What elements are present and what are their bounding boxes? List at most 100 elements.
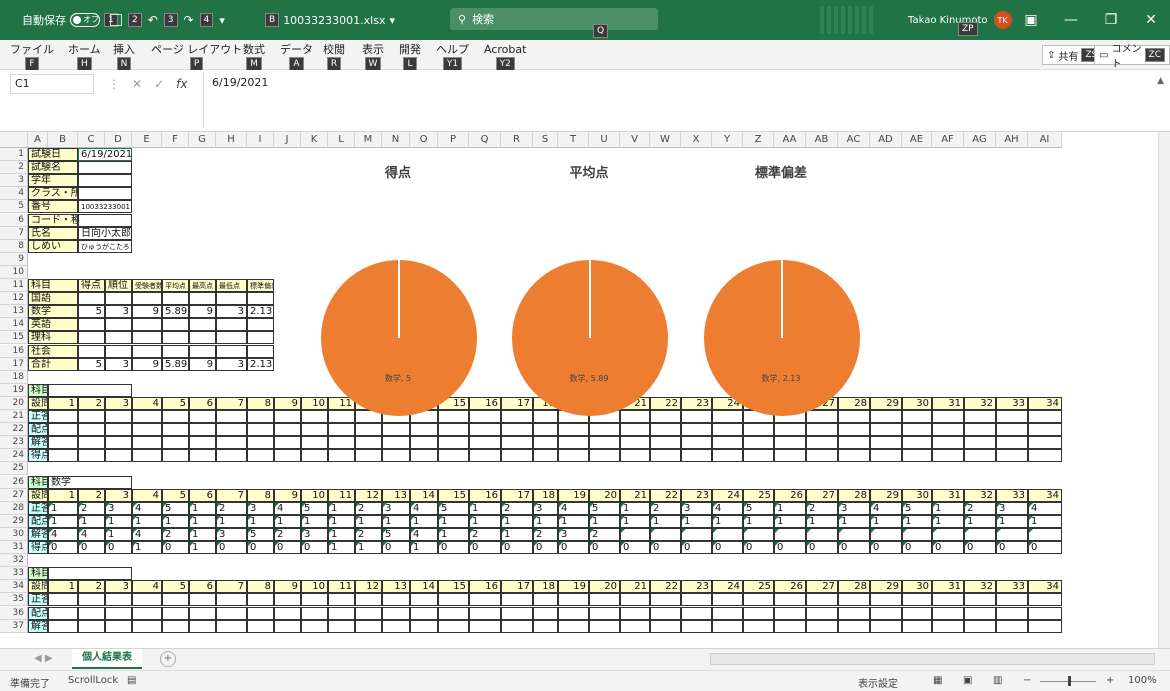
correct-cell[interactable]: [1028, 410, 1062, 424]
score-header[interactable]: 得点: [78, 279, 105, 293]
answer-cell[interactable]: [712, 527, 743, 541]
score-cell[interactable]: 0: [438, 541, 469, 555]
points-cell[interactable]: 1: [650, 514, 681, 528]
subject-label[interactable]: 合計: [28, 357, 78, 371]
score-value[interactable]: [189, 292, 216, 306]
answer-cell[interactable]: [382, 619, 410, 633]
subject-label[interactable]: 国語: [28, 292, 78, 306]
answer-cell[interactable]: [438, 619, 469, 633]
question-number[interactable]: 28: [838, 488, 870, 502]
question-number[interactable]: 28: [838, 580, 870, 594]
correct-cell[interactable]: [162, 410, 189, 424]
tab-insert[interactable]: 挿入 N: [113, 43, 135, 71]
answer-cell[interactable]: 3: [558, 527, 589, 541]
score-cell[interactable]: [162, 449, 189, 463]
points-cell[interactable]: [216, 423, 247, 437]
answer-cell[interactable]: [274, 436, 301, 450]
points-cell[interactable]: 1: [78, 514, 105, 528]
answer-cell[interactable]: [105, 436, 132, 450]
points-cell[interactable]: 1: [328, 514, 355, 528]
info-value[interactable]: 日向小太郎: [78, 226, 132, 240]
question-number[interactable]: 20: [589, 580, 620, 594]
score-value[interactable]: [78, 331, 105, 345]
row-header[interactable]: 6: [0, 213, 28, 227]
score-cell[interactable]: [469, 449, 501, 463]
correct-cell[interactable]: [301, 593, 328, 607]
question-number[interactable]: 18: [533, 580, 558, 594]
correct-cell[interactable]: [558, 593, 589, 607]
block-correct-label[interactable]: 正答: [28, 410, 48, 424]
points-cell[interactable]: [743, 606, 774, 620]
score-value[interactable]: 5.89: [162, 305, 189, 319]
points-cell[interactable]: [162, 606, 189, 620]
score-cell[interactable]: [932, 449, 964, 463]
answer-cell[interactable]: [48, 436, 78, 450]
answer-cell[interactable]: 3: [216, 527, 247, 541]
score-cell[interactable]: 0: [774, 541, 806, 555]
question-number[interactable]: 4: [132, 580, 162, 594]
info-value[interactable]: [78, 187, 132, 201]
answer-cell[interactable]: [533, 619, 558, 633]
row-header[interactable]: 15: [0, 331, 28, 345]
points-cell[interactable]: [1028, 423, 1062, 437]
score-value[interactable]: [162, 318, 189, 332]
page-layout-view-icon[interactable]: ▣: [963, 675, 972, 686]
question-number[interactable]: 1: [48, 488, 78, 502]
answer-cell[interactable]: [1028, 436, 1062, 450]
question-number[interactable]: 26: [774, 580, 806, 594]
info-label[interactable]: 番号: [28, 200, 78, 214]
correct-cell[interactable]: [902, 593, 932, 607]
row-header[interactable]: 13: [0, 305, 28, 319]
points-cell[interactable]: [774, 606, 806, 620]
points-cell[interactable]: [274, 423, 301, 437]
row-header[interactable]: 9: [0, 252, 28, 266]
question-number[interactable]: 5: [162, 396, 189, 410]
question-number[interactable]: 1: [48, 396, 78, 410]
correct-cell[interactable]: 2: [501, 501, 533, 515]
correct-cell[interactable]: 5: [902, 501, 932, 515]
row-header[interactable]: 12: [0, 292, 28, 306]
question-number[interactable]: 23: [681, 580, 712, 594]
question-number[interactable]: 11: [328, 580, 355, 594]
points-cell[interactable]: [743, 423, 774, 437]
question-number[interactable]: 24: [712, 488, 743, 502]
correct-cell[interactable]: 2: [964, 501, 996, 515]
zoom-in-icon[interactable]: +: [1106, 675, 1114, 686]
block-subject-value[interactable]: [48, 383, 132, 397]
column-header[interactable]: Q: [469, 132, 501, 148]
correct-cell[interactable]: 5: [162, 501, 189, 515]
zoom-out-icon[interactable]: −: [1023, 675, 1031, 686]
answer-cell[interactable]: [774, 527, 806, 541]
row-header[interactable]: 32: [0, 554, 28, 568]
column-header[interactable]: X: [681, 132, 712, 148]
score-value[interactable]: [216, 292, 247, 306]
answer-cell[interactable]: [533, 436, 558, 450]
answer-cell[interactable]: [681, 619, 712, 633]
answer-cell[interactable]: [469, 619, 501, 633]
column-header[interactable]: T: [558, 132, 589, 148]
score-cell[interactable]: [132, 449, 162, 463]
block-correct-label[interactable]: 正答: [28, 593, 48, 607]
question-number[interactable]: 19: [558, 488, 589, 502]
sheet-nav-icon[interactable]: ◀ ▶: [34, 653, 53, 664]
question-number[interactable]: 29: [870, 580, 902, 594]
answer-cell[interactable]: 5: [247, 527, 274, 541]
question-number[interactable]: 34: [1028, 396, 1062, 410]
answer-cell[interactable]: [589, 619, 620, 633]
score-cell[interactable]: 1: [410, 541, 438, 555]
score-header[interactable]: 最低点: [216, 279, 247, 293]
question-number[interactable]: 25: [743, 580, 774, 594]
pie-chart[interactable]: [703, 259, 861, 417]
correct-cell[interactable]: [48, 593, 78, 607]
column-header[interactable]: I: [247, 132, 274, 148]
block-points-label[interactable]: 配点: [28, 514, 48, 528]
score-value[interactable]: 5.89: [162, 357, 189, 371]
score-value[interactable]: [105, 318, 132, 332]
points-cell[interactable]: [996, 606, 1028, 620]
row-header[interactable]: 31: [0, 541, 28, 555]
correct-cell[interactable]: [1028, 593, 1062, 607]
answer-cell[interactable]: [774, 619, 806, 633]
score-header[interactable]: 科目: [28, 279, 78, 293]
correct-cell[interactable]: 5: [589, 501, 620, 515]
subject-label[interactable]: 英語: [28, 318, 78, 332]
